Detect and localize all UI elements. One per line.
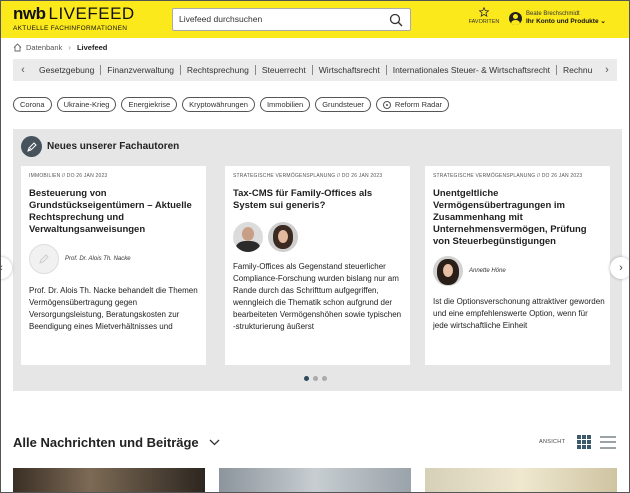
search-box xyxy=(172,8,411,31)
article-thumbnail[interactable] xyxy=(219,468,411,492)
card-meta: STRATEGISCHE VERMÖGENSPLANUNG // DO 26 J… xyxy=(233,173,383,179)
radar-icon xyxy=(382,100,391,109)
card-meta: STRATEGISCHE VERMÖGENSPLANUNG // DO 26 J… xyxy=(433,173,583,179)
top-header: nwb LIVEFEED AKTUELLE FACHINFORMATIONEN … xyxy=(1,1,629,38)
card-author: Annette Höne xyxy=(469,268,506,274)
account-menu[interactable]: Beate Brechschmidt Ihr Konto und Produkt… xyxy=(509,10,606,26)
grid-view-icon[interactable] xyxy=(577,435,592,449)
author-photo xyxy=(433,256,463,286)
news-section-header[interactable]: Alle Nachrichten und Beiträge xyxy=(13,435,220,450)
author-placeholder-icon xyxy=(29,244,59,274)
card-teaser: Ist die Optionsverschonung attraktiver g… xyxy=(433,297,605,330)
star-icon xyxy=(479,7,489,17)
logo-tagline: AKTUELLE FACHINFORMATIONEN xyxy=(13,25,128,32)
article-card[interactable]: IMMOBILIEN // DO 26 JAN 2023 Besteuerung… xyxy=(21,166,206,365)
tag-grundsteuer[interactable]: Grundsteuer xyxy=(315,97,371,112)
chevron-right-icon[interactable]: › xyxy=(597,64,617,76)
tag-kryptowaehrungen[interactable]: Kryptowährungen xyxy=(182,97,255,112)
card-author: Prof. Dr. Alois Th. Nacke xyxy=(65,256,131,262)
nwb-livefeed-logo[interactable]: nwb LIVEFEED AKTUELLE FACHINFORMATIONEN xyxy=(13,4,135,33)
search-icon[interactable] xyxy=(389,13,403,27)
search-input[interactable] xyxy=(179,14,379,24)
account-menu-label: Ihr Konto und Produkte ⌄ xyxy=(526,18,606,25)
carousel-dot[interactable] xyxy=(304,376,309,381)
favorites-button[interactable]: FAVORITEN xyxy=(465,7,503,25)
chevron-left-icon[interactable]: ‹ xyxy=(13,64,33,76)
category-nav: ‹ Gesetzgebung Finanzverwaltung Rechtspr… xyxy=(13,59,617,81)
nav-item-wirtschaftsrecht[interactable]: Wirtschaftsrecht xyxy=(313,65,387,75)
tag-energiekrise[interactable]: Energiekrise xyxy=(121,97,178,112)
author-photo xyxy=(233,222,263,252)
topic-tags: Corona Ukraine-Krieg Energiekrise Krypto… xyxy=(13,97,454,112)
view-switcher: ANSICHT xyxy=(539,435,617,449)
user-avatar-icon xyxy=(509,11,522,25)
nav-item-finanzverwaltung[interactable]: Finanzverwaltung xyxy=(101,65,181,75)
chevron-down-icon[interactable] xyxy=(209,439,220,446)
pen-nib-icon xyxy=(21,136,42,157)
card-title[interactable]: Besteuerung von Grundstückseigentümern –… xyxy=(29,188,201,236)
nav-item-gesetzgebung[interactable]: Gesetzgebung xyxy=(33,65,102,75)
article-thumbnail[interactable] xyxy=(425,468,617,492)
news-section-title: Alle Nachrichten und Beiträge xyxy=(13,435,199,450)
article-card[interactable]: STRATEGISCHE VERMÖGENSPLANUNG // DO 26 J… xyxy=(225,166,410,365)
list-view-icon[interactable] xyxy=(600,435,617,449)
page: nwb LIVEFEED AKTUELLE FACHINFORMATIONEN … xyxy=(0,0,630,493)
tag-corona[interactable]: Corona xyxy=(13,97,52,112)
nav-item-steuerrecht[interactable]: Steuerrecht xyxy=(256,65,313,75)
tag-reform-radar-label: Reform Radar xyxy=(394,100,443,109)
breadcrumb-root[interactable]: Datenbank xyxy=(26,43,62,52)
article-card[interactable]: STRATEGISCHE VERMÖGENSPLANUNG // DO 26 J… xyxy=(425,166,610,365)
favorites-label: FAVORITEN xyxy=(468,19,500,25)
carousel-dot[interactable] xyxy=(322,376,327,381)
view-label: ANSICHT xyxy=(539,439,566,445)
home-icon[interactable] xyxy=(13,42,22,52)
author-photo xyxy=(268,222,298,252)
card-title[interactable]: Tax-CMS für Family-Offices als System su… xyxy=(233,188,405,212)
tag-ukraine-krieg[interactable]: Ukraine-Krieg xyxy=(56,97,117,112)
breadcrumb-current: Livefeed xyxy=(76,42,108,52)
breadcrumb-separator-icon: › xyxy=(68,42,71,52)
nav-item-international[interactable]: Internationales Steuer- & Wirtschaftsrec… xyxy=(387,65,558,75)
card-teaser: Family-Offices als Gegenstand steuerlich… xyxy=(233,262,402,331)
tag-immobilien[interactable]: Immobilien xyxy=(259,97,311,112)
card-title[interactable]: Unentgeltliche Vermögensübertragungen im… xyxy=(433,188,605,248)
logo-brand: nwb xyxy=(13,4,46,23)
carousel-next-icon[interactable]: › xyxy=(610,257,629,279)
carousel-dot[interactable] xyxy=(313,376,318,381)
carousel-dots xyxy=(302,376,329,381)
featured-title: Neues unserer Fachautoren xyxy=(47,141,180,152)
account-name: Beate Brechschmidt xyxy=(526,11,580,17)
nav-item-rechtsprechung[interactable]: Rechtsprechung xyxy=(181,65,256,75)
breadcrumb: Datenbank › Livefeed xyxy=(13,41,107,53)
article-thumbnail[interactable] xyxy=(13,468,205,492)
nav-item-rechnungswesen[interactable]: Rechnu xyxy=(557,65,597,75)
card-meta: IMMOBILIEN // DO 26 JAN 2023 xyxy=(29,173,108,179)
carousel-prev-icon[interactable]: ‹ xyxy=(1,257,12,279)
logo-product: LIVEFEED xyxy=(48,4,135,23)
tag-reform-radar[interactable]: Reform Radar xyxy=(375,97,450,112)
featured-authors-panel: Neues unserer Fachautoren IMMOBILIEN // … xyxy=(13,129,622,391)
card-teaser: Prof. Dr. Alois Th. Nacke behandelt die … xyxy=(29,286,198,331)
